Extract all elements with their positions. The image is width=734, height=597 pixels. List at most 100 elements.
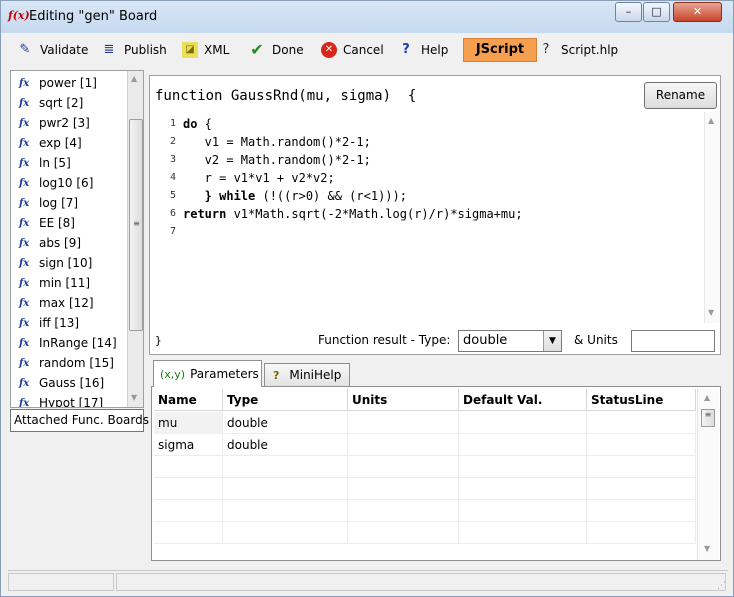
grid-cell[interactable]	[587, 434, 696, 456]
line-number: 4	[169, 172, 176, 183]
function-list-item[interactable]: fx sign [10]	[11, 253, 126, 273]
function-list-item[interactable]: fx InRange [14]	[11, 333, 126, 353]
grid-cell[interactable]	[459, 434, 587, 456]
grid-cell[interactable]: double	[223, 434, 348, 456]
function-list-item[interactable]: fx sqrt [2]	[11, 93, 126, 113]
grid-cell[interactable]	[223, 500, 348, 522]
minimize-button[interactable]: –	[615, 2, 642, 22]
grid-cell[interactable]	[223, 456, 348, 478]
code-text: v1 = Math.random()*2-1;	[183, 133, 371, 151]
grid-cell[interactable]	[223, 478, 348, 500]
grid-cell[interactable]	[154, 500, 223, 522]
grid-cell[interactable]	[459, 522, 587, 544]
grid-column-header[interactable]: Type	[223, 389, 348, 411]
grid-cell[interactable]	[587, 412, 696, 434]
grid-cell[interactable]	[348, 412, 459, 434]
cancel-button[interactable]: ✕ Cancel	[321, 40, 384, 60]
grid-cell[interactable]: double	[223, 412, 348, 434]
code-scrollbar[interactable]: ▲ ▼	[704, 112, 720, 323]
code-scroll-down-icon[interactable]: ▼	[708, 308, 714, 317]
scroll-up-arrow-icon[interactable]: ▲	[131, 74, 137, 83]
xml-label: XML	[204, 43, 230, 57]
cancel-icon: ✕	[321, 42, 337, 58]
grid-cell[interactable]	[459, 500, 587, 522]
function-fx-icon: fx	[19, 257, 30, 269]
grid-cell[interactable]	[587, 478, 696, 500]
grid-column-header[interactable]: Default Val.	[459, 389, 587, 411]
units-input[interactable]	[631, 330, 715, 352]
rename-button[interactable]: Rename	[644, 82, 717, 109]
function-list-item[interactable]: fx max [12]	[11, 293, 126, 313]
grid-cell[interactable]	[223, 522, 348, 544]
grid-cell[interactable]	[348, 434, 459, 456]
maximize-button[interactable]: □	[643, 2, 670, 22]
chevron-down-icon[interactable]: ▼	[543, 331, 561, 351]
grid-cell[interactable]	[154, 478, 223, 500]
scroll-down-arrow-icon[interactable]: ▼	[131, 393, 137, 402]
code-scroll-up-icon[interactable]: ▲	[708, 116, 714, 125]
grid-row[interactable]	[154, 456, 696, 478]
script-help-button[interactable]: ? Script.hlp	[537, 40, 619, 60]
grid-cell[interactable]	[587, 522, 696, 544]
publish-button[interactable]: ≣ Publish	[100, 40, 167, 60]
tab-parameters[interactable]: (x,y) Parameters	[153, 360, 262, 387]
function-list-item[interactable]: fx random [15]	[11, 353, 126, 373]
function-list-item[interactable]: fx Hypot [17]	[11, 393, 126, 407]
grid-row[interactable]	[154, 478, 696, 500]
function-list-item[interactable]: fx exp [4]	[11, 133, 126, 153]
grid-cell[interactable]: sigma	[154, 434, 223, 456]
grid-column-header[interactable]: StatusLine	[587, 389, 696, 411]
grid-cell[interactable]	[154, 522, 223, 544]
tab-minihelp[interactable]: ? MiniHelp	[264, 363, 350, 386]
grid-column-header[interactable]: Units	[348, 389, 459, 411]
resize-grip-icon[interactable]: ⋰	[717, 581, 726, 591]
function-list-scroll-thumb[interactable]: ≡	[129, 119, 143, 331]
function-list-item[interactable]: fx log10 [6]	[11, 173, 126, 193]
validate-button[interactable]: ✎ Validate	[16, 40, 89, 60]
function-list-item[interactable]: fx min [11]	[11, 273, 126, 293]
function-result-type-label: Function result - Type:	[318, 333, 451, 347]
tab-minihelp-label: MiniHelp	[289, 368, 342, 382]
code-textarea[interactable]: 1 do {2 v1 = Math.random()*2-1; 3 v2 = Mat…	[150, 112, 705, 322]
result-type-select[interactable]: double ▼	[458, 330, 562, 352]
help-button[interactable]: ? Help	[397, 40, 448, 60]
grid-column-header[interactable]: Name	[154, 389, 223, 411]
function-list-item[interactable]: fx iff [13]	[11, 313, 126, 333]
function-list-item[interactable]: fx log [7]	[11, 193, 126, 213]
grid-cell[interactable]: mu	[154, 412, 223, 434]
grid-scroll-up-icon[interactable]: ▲	[704, 393, 710, 402]
grid-cell[interactable]	[587, 456, 696, 478]
grid-cell[interactable]	[459, 412, 587, 434]
code-keyword: } while	[183, 189, 256, 203]
function-list-item[interactable]: fx power [1]	[11, 73, 126, 93]
attached-func-boards-label[interactable]: Attached Func. Boards	[10, 409, 149, 432]
grid-cell[interactable]	[348, 456, 459, 478]
function-name: abs [9]	[39, 236, 82, 250]
grid-row[interactable]	[154, 522, 696, 544]
jscript-button[interactable]: JScript	[463, 38, 537, 62]
grid-cell[interactable]	[459, 478, 587, 500]
function-list-item[interactable]: fx abs [9]	[11, 233, 126, 253]
grid-row[interactable]: mu double	[154, 412, 696, 434]
closing-brace: }	[155, 334, 162, 347]
function-list-item[interactable]: fx ln [5]	[11, 153, 126, 173]
function-list-scrollbar[interactable]: ▲ ≡ ▼	[127, 71, 143, 407]
grid-cell[interactable]	[348, 500, 459, 522]
grid-row[interactable]: sigma double	[154, 434, 696, 456]
grid-cell[interactable]	[348, 522, 459, 544]
grid-cell[interactable]	[587, 500, 696, 522]
function-list-item[interactable]: fx pwr2 [3]	[11, 113, 126, 133]
function-list-item[interactable]: fx Gauss [16]	[11, 373, 126, 393]
grid-scrollbar[interactable]: ▲ ≡ ▼	[697, 389, 719, 560]
done-button[interactable]: ✔ Done	[248, 40, 303, 60]
close-button[interactable]: ✕	[673, 2, 722, 22]
function-list-item[interactable]: fx EE [8]	[11, 213, 126, 233]
grid-row[interactable]	[154, 500, 696, 522]
grid-scroll-thumb[interactable]: ≡	[701, 409, 715, 427]
grid-cell[interactable]	[348, 478, 459, 500]
grid-cell[interactable]	[154, 456, 223, 478]
grid-cell[interactable]	[459, 456, 587, 478]
xml-button[interactable]: ◪ XML	[182, 40, 229, 60]
grid-scroll-down-icon[interactable]: ▼	[704, 544, 710, 553]
code-rest: {	[197, 117, 212, 131]
